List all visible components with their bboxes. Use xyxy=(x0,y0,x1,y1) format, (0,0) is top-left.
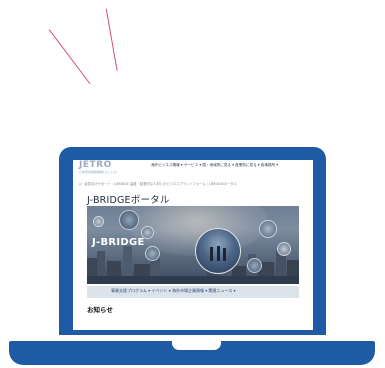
network-bubble xyxy=(259,220,277,238)
network-bubble xyxy=(93,216,104,227)
network-bubble xyxy=(119,210,139,230)
site-logo[interactable]: JETRO xyxy=(79,160,112,170)
site-header: JETRO 日本貿易振興機構(ジェトロ) 海外ビジネス情報 ▾ サービス ▾ 国… xyxy=(73,160,313,176)
program-navigation: 事業支援プログラム ▾ イベント ▾ 海外市場企業情報 ▾ 関連ニュース ▾ xyxy=(87,286,299,298)
hero-logo: J-BRIDGE xyxy=(92,237,145,248)
people-silhouette xyxy=(217,246,220,261)
top-navigation[interactable]: 海外ビジネス情報 ▾ サービス ▾ 国・地域別に見る ▾ 産業別に見る ▾ 各事… xyxy=(151,163,278,168)
page-title: J-BRIDGEポータル xyxy=(87,195,170,206)
laptop-screen: JETRO 日本貿易振興機構(ジェトロ) 海外ビジネス情報 ▾ サービス ▾ 国… xyxy=(73,160,313,330)
network-bubble xyxy=(277,242,291,256)
site-logo-subtext: 日本貿易振興機構(ジェトロ) xyxy=(79,170,118,174)
breadcrumb[interactable]: ⌂ › 会員向けサポート › J-BRIDGE 高度・起業的な人材とのビジネスプ… xyxy=(79,181,237,186)
hero-banner: J-BRIDGE xyxy=(87,206,299,284)
featured-photo-bubble xyxy=(195,228,241,274)
laptop-base-notch xyxy=(172,341,221,350)
accent-line-right xyxy=(105,8,118,71)
network-bubble xyxy=(145,246,160,261)
people-silhouette xyxy=(210,247,213,261)
people-silhouette xyxy=(223,248,226,261)
news-section-title: お知らせ xyxy=(87,306,113,314)
network-bubble xyxy=(247,258,262,273)
program-nav-items[interactable]: 事業支援プログラム ▾ イベント ▾ 海外市場企業情報 ▾ 関連ニュース ▾ xyxy=(111,288,236,294)
accent-line-left xyxy=(48,29,91,85)
